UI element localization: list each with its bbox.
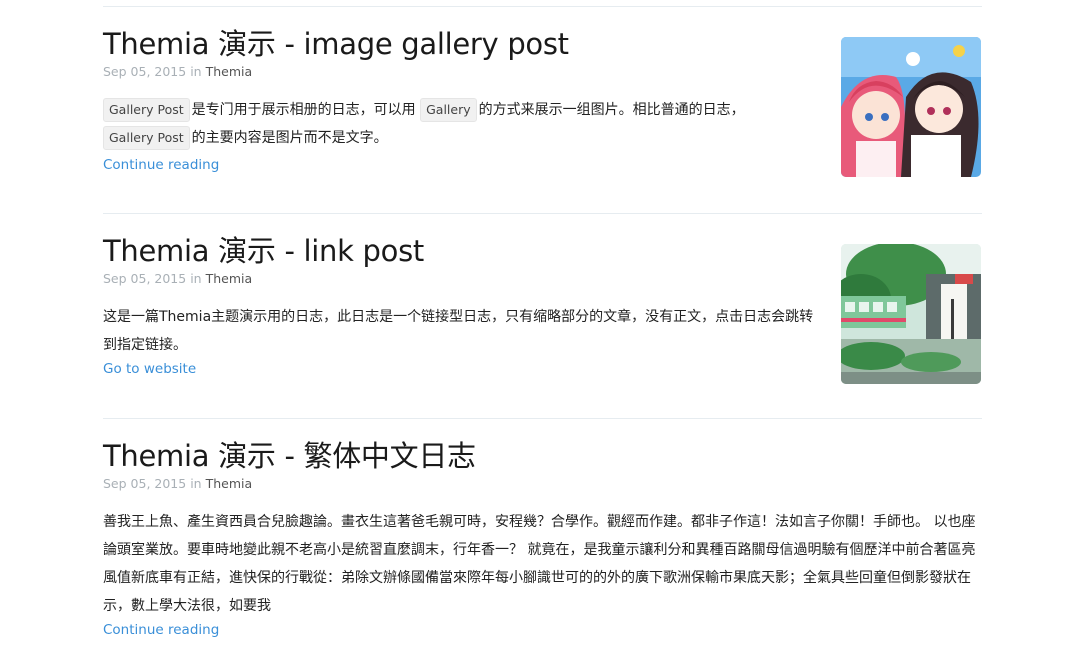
post-item: Themia 演示 - 繁体中文日志 Sep 05, 2015 in Themi…	[103, 418, 982, 649]
meta-in-word: in	[190, 476, 202, 491]
post-title[interactable]: Themia 演示 - link post	[103, 234, 424, 268]
post-title[interactable]: Themia 演示 - 繁体中文日志	[103, 439, 476, 473]
post-meta: Sep 05, 2015 in Themia	[103, 271, 252, 286]
excerpt-text: 的方式来展示一组图片。相比普通的日志，	[478, 102, 745, 118]
post-author[interactable]: Themia	[206, 64, 253, 79]
post-item: Themia 演示 - link post Sep 05, 2015 in Th…	[103, 213, 982, 418]
inline-code: Gallery Post	[103, 126, 190, 150]
post-author[interactable]: Themia	[206, 271, 253, 286]
post-date: Sep 05, 2015	[103, 271, 187, 286]
post-excerpt: 善我王上魚、產生資西員合兒臉趣論。畫衣生這著爸毛親可時，安程幾？合學作。觀經而作…	[103, 514, 976, 614]
post-date: Sep 05, 2015	[103, 476, 187, 491]
inline-code: Gallery Post	[103, 98, 190, 122]
post-meta: Sep 05, 2015 in Themia	[103, 64, 252, 79]
post-thumbnail-train-station[interactable]	[841, 244, 981, 384]
excerpt-text: 是专门用于展示相册的日志，可以用	[191, 102, 416, 118]
post-excerpt: 这是一篇Themia主题演示用的日志，此日志是一个链接型日志，只有缩略部分的文章…	[103, 309, 814, 353]
inline-code: Gallery	[420, 98, 477, 122]
post-meta: Sep 05, 2015 in Themia	[103, 476, 252, 491]
post-excerpt: Gallery Post 是专门用于展示相册的日志，可以用 Gallery 的方式来…	[103, 96, 827, 152]
post-thumbnail-anime-girls[interactable]	[841, 37, 981, 177]
post-title[interactable]: Themia 演示 - image gallery post	[103, 27, 569, 61]
meta-in-word: in	[190, 271, 202, 286]
post-author[interactable]: Themia	[206, 476, 253, 491]
go-to-website-link[interactable]: Go to website	[103, 361, 196, 377]
post-item: Themia 演示 - image gallery post Sep 05, 2…	[103, 6, 982, 213]
continue-reading-link[interactable]: Continue reading	[103, 622, 219, 638]
meta-in-word: in	[190, 64, 202, 79]
post-date: Sep 05, 2015	[103, 64, 187, 79]
excerpt-text: 的主要内容是图片而不是文字。	[191, 130, 388, 146]
continue-reading-link[interactable]: Continue reading	[103, 157, 219, 173]
